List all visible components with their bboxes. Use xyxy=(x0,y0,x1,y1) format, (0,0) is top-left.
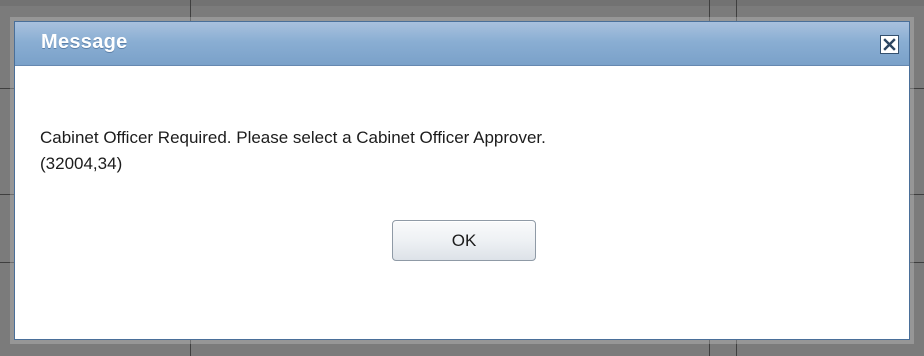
close-button[interactable] xyxy=(880,35,899,54)
background-divider xyxy=(0,88,14,89)
background-divider xyxy=(0,262,14,263)
background-top-bar xyxy=(0,0,924,6)
message-code: (32004,34) xyxy=(40,154,123,173)
message-dialog: Message Cabinet Officer Required. Please… xyxy=(14,21,910,340)
dialog-titlebar[interactable]: Message xyxy=(15,22,909,66)
close-icon xyxy=(883,38,896,51)
dialog-message: Cabinet Officer Required. Please select … xyxy=(40,125,880,177)
background-divider xyxy=(910,194,924,195)
background-divider xyxy=(910,262,924,263)
message-text: Cabinet Officer Required. Please select … xyxy=(40,128,546,147)
dialog-title: Message xyxy=(41,31,128,53)
background-divider xyxy=(910,88,924,89)
ok-button[interactable]: OK xyxy=(392,220,536,261)
background-divider xyxy=(0,194,14,195)
